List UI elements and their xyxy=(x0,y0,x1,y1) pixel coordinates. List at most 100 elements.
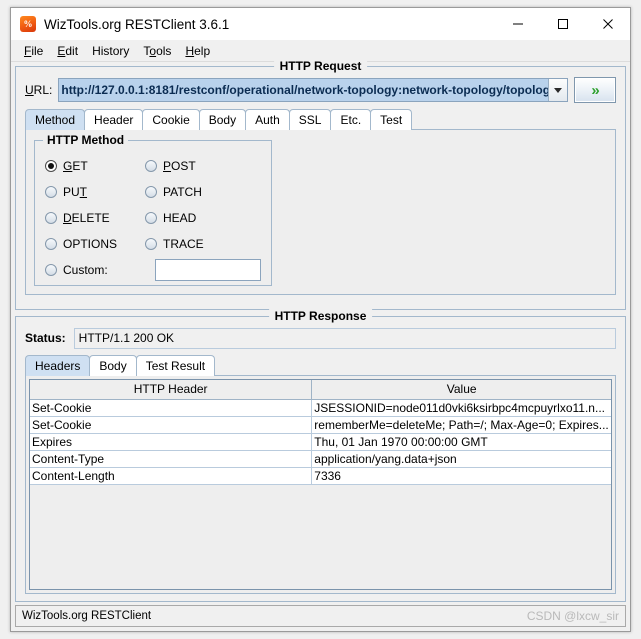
radio-dot-icon xyxy=(145,160,157,172)
tab-response-body[interactable]: Body xyxy=(89,355,137,376)
chevron-down-icon[interactable] xyxy=(548,79,567,101)
radio-dot-icon xyxy=(145,212,157,224)
method-column-left: GET PUT DELETE OPTIONS xyxy=(45,153,145,257)
radio-custom[interactable]: Custom: xyxy=(45,257,145,283)
app-icon xyxy=(20,16,36,32)
minimize-icon[interactable] xyxy=(495,8,540,40)
cell-header-name: Set-Cookie xyxy=(30,399,313,417)
maximize-icon[interactable] xyxy=(540,8,585,40)
radio-dot-icon xyxy=(45,238,57,250)
radio-dot-icon xyxy=(45,212,57,224)
http-method-group: HTTP Method GET PUT DELETE OPTIONS POST … xyxy=(34,133,272,286)
radio-trace-label: TRACE xyxy=(163,237,204,251)
cell-header-value: 7336 xyxy=(311,467,611,485)
radio-dot-icon xyxy=(145,186,157,198)
table-row[interactable]: Set-Cookie rememberMe=deleteMe; Path=/; … xyxy=(30,416,611,434)
menu-help[interactable]: Help xyxy=(178,42,217,60)
method-radio-grid: GET PUT DELETE OPTIONS POST PATCH HEAD T… xyxy=(45,153,271,257)
radio-dot-icon xyxy=(145,238,157,250)
custom-method-input[interactable] xyxy=(155,259,261,281)
table-header-row: HTTP Header Value xyxy=(30,380,611,400)
radio-dot-icon xyxy=(45,186,57,198)
url-input[interactable]: http://127.0.0.1:8181/restconf/operation… xyxy=(59,79,548,101)
double-chevron-right-icon: » xyxy=(591,81,599,99)
tab-cookie[interactable]: Cookie xyxy=(142,109,200,130)
column-header-value[interactable]: Value xyxy=(311,380,611,400)
menu-history[interactable]: History xyxy=(85,42,136,60)
radio-dot-icon xyxy=(45,160,57,172)
radio-get[interactable]: GET xyxy=(45,153,145,179)
cell-header-value: JSESSIONID=node011d0vki6ksirbpc4mcpuyrlx… xyxy=(311,399,611,417)
radio-custom-label: Custom: xyxy=(63,263,108,277)
tab-header[interactable]: Header xyxy=(84,109,144,130)
url-combo[interactable]: http://127.0.0.1:8181/restconf/operation… xyxy=(58,78,568,102)
http-request-panel: HTTP Request URL: http://127.0.0.1:8181/… xyxy=(15,59,626,310)
tab-headers[interactable]: Headers xyxy=(25,355,91,376)
radio-put[interactable]: PUT xyxy=(45,179,145,205)
cell-header-value: Thu, 01 Jan 1970 00:00:00 GMT xyxy=(311,433,611,451)
menu-file[interactable]: File xyxy=(17,42,50,60)
main-content: HTTP Request URL: http://127.0.0.1:8181/… xyxy=(11,59,630,602)
cell-header-value: application/yang.data+json xyxy=(311,450,611,468)
table-row[interactable]: Content-Length 7336 xyxy=(30,467,611,485)
radio-put-label: PUT xyxy=(63,185,88,199)
radio-patch[interactable]: PATCH xyxy=(145,179,204,205)
cell-header-name: Content-Type xyxy=(30,450,313,468)
cell-header-name: Set-Cookie xyxy=(30,416,313,434)
radio-options[interactable]: OPTIONS xyxy=(45,231,145,257)
http-request-title: HTTP Request xyxy=(273,59,368,73)
radio-head[interactable]: HEAD xyxy=(145,205,204,231)
radio-options-label: OPTIONS xyxy=(63,237,118,251)
status-bar: WizTools.org RESTClient CSDN @lxcw_sir xyxy=(15,605,626,627)
response-tabs: Headers Body Test Result xyxy=(25,354,619,376)
cell-header-name: Expires xyxy=(30,433,313,451)
radio-trace[interactable]: TRACE xyxy=(145,231,204,257)
tab-ssl[interactable]: SSL xyxy=(288,109,332,130)
tab-auth[interactable]: Auth xyxy=(245,109,290,130)
method-tab-panel: HTTP Method GET PUT DELETE OPTIONS POST … xyxy=(25,129,616,295)
http-response-panel: HTTP Response Status: HTTP/1.1 200 OK He… xyxy=(15,309,626,602)
window-controls xyxy=(495,8,630,40)
tab-test-result[interactable]: Test Result xyxy=(135,355,216,376)
tab-method[interactable]: Method xyxy=(25,109,86,130)
radio-delete[interactable]: DELETE xyxy=(45,205,145,231)
radio-get-label: GET xyxy=(63,159,88,173)
tab-test[interactable]: Test xyxy=(370,109,413,130)
radio-head-label: HEAD xyxy=(163,211,197,225)
status-label: Status: xyxy=(25,331,66,345)
window-title: WizTools.org RESTClient 3.6.1 xyxy=(44,16,230,32)
radio-patch-label: PATCH xyxy=(163,185,202,199)
menu-edit[interactable]: Edit xyxy=(50,42,85,60)
tab-body[interactable]: Body xyxy=(198,109,247,130)
radio-post[interactable]: POST xyxy=(145,153,204,179)
request-tabs: Method Header Cookie Body Auth SSL Etc. … xyxy=(25,108,619,130)
table-row[interactable]: Expires Thu, 01 Jan 1970 00:00:00 GMT xyxy=(30,433,611,451)
headers-table: HTTP Header Value Set-Cookie JSESSIONID=… xyxy=(30,380,611,485)
headers-tab-panel: HTTP Header Value Set-Cookie JSESSIONID=… xyxy=(25,375,616,594)
menu-tools[interactable]: Tools xyxy=(136,42,178,60)
cell-header-name: Content-Length xyxy=(30,467,313,485)
status-row: Status: HTTP/1.1 200 OK xyxy=(22,327,619,349)
http-method-title: HTTP Method xyxy=(43,133,129,147)
response-headers-table: HTTP Header Value Set-Cookie JSESSIONID=… xyxy=(29,379,612,590)
title-bar: WizTools.org RESTClient 3.6.1 xyxy=(11,8,630,40)
watermark-text: CSDN @lxcw_sir xyxy=(526,609,619,623)
radio-dot-icon xyxy=(45,264,57,276)
app-window: WizTools.org RESTClient 3.6.1 File Edit … xyxy=(10,7,631,632)
tab-etc[interactable]: Etc. xyxy=(330,109,372,130)
status-value: HTTP/1.1 200 OK xyxy=(73,327,616,349)
table-row[interactable]: Set-Cookie JSESSIONID=node011d0vki6ksirb… xyxy=(30,399,611,417)
radio-post-label: POST xyxy=(163,159,196,173)
cell-header-value: rememberMe=deleteMe; Path=/; Max-Age=0; … xyxy=(311,416,611,434)
url-label: URL: xyxy=(25,83,53,97)
column-header-http-header[interactable]: HTTP Header xyxy=(30,380,313,400)
custom-method-row: Custom: xyxy=(45,257,271,283)
send-request-button[interactable]: » xyxy=(574,77,616,103)
status-bar-text: WizTools.org RESTClient xyxy=(22,610,152,622)
method-column-right: POST PATCH HEAD TRACE xyxy=(145,153,204,257)
http-response-title: HTTP Response xyxy=(268,309,373,323)
radio-delete-label: DELETE xyxy=(63,211,110,225)
close-icon[interactable] xyxy=(585,8,630,40)
table-empty-area xyxy=(30,484,611,589)
table-row[interactable]: Content-Type application/yang.data+json xyxy=(30,450,611,468)
